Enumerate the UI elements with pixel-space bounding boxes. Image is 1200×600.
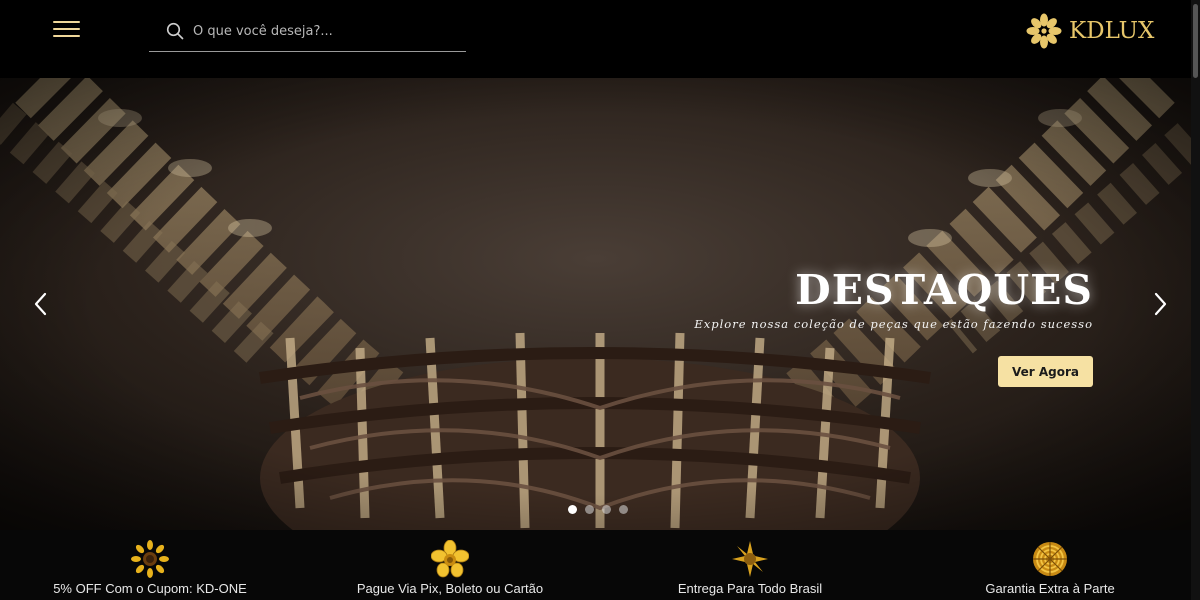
site-header: KDLUX [0,0,1200,78]
search-input[interactable] [193,20,453,42]
ver-agora-button[interactable]: Ver Agora [998,356,1093,387]
hero-subtitle: Explore nossa coleção de peças que estão… [694,317,1093,331]
carousel-dot[interactable] [585,505,594,514]
carousel-prev-icon[interactable] [29,291,53,317]
brand-logo[interactable]: KDLUX [1026,12,1154,50]
feature-label: Entrega Para Todo Brasil [677,581,823,596]
features-bar: 5% OFF Com o Cupom: KD-ONE Pague Via Pix… [0,530,1191,600]
gold-flower-icon [431,540,469,578]
flower-logo-icon [1026,13,1062,49]
hero-carousel: DESTAQUES Explore nossa coleção de peças… [0,78,1191,530]
page-scrollbar[interactable] [1191,0,1200,600]
carousel-dot[interactable] [568,505,577,514]
feature-payment: Pague Via Pix, Boleto ou Cartão [300,540,600,596]
feature-label: Pague Via Pix, Boleto ou Cartão [356,581,544,596]
carousel-dot[interactable] [619,505,628,514]
feature-label: 5% OFF Com o Cupom: KD-ONE [53,581,247,596]
gold-star-flower-icon [732,541,768,577]
search-icon[interactable] [166,22,184,40]
carousel-next-icon[interactable] [1148,291,1172,317]
logo-text: KDLUX [1069,18,1155,44]
feature-label: Garantia Extra à Parte [985,581,1115,596]
sunflower-icon [131,540,169,578]
gold-rose-icon [1033,542,1067,576]
carousel-dots [568,505,628,514]
scrollbar-thumb[interactable] [1193,4,1198,78]
carousel-dot[interactable] [602,505,611,514]
hero-title: DESTAQUES [795,266,1093,314]
feature-coupon: 5% OFF Com o Cupom: KD-ONE [0,540,300,596]
feature-warranty: Garantia Extra à Parte [900,540,1200,596]
search-bar [149,14,466,52]
feature-delivery: Entrega Para Todo Brasil [600,540,900,596]
hamburger-menu-icon[interactable] [53,20,81,38]
